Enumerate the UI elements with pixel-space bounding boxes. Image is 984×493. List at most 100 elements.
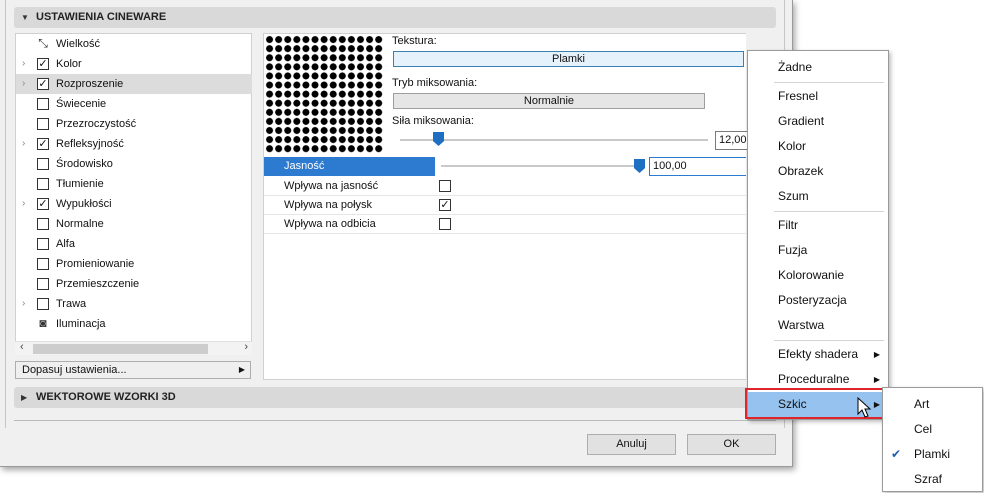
channel-checkbox[interactable]: [37, 178, 49, 190]
submenu-item-label: Szraf: [914, 472, 943, 486]
channel-checkbox[interactable]: ✓: [37, 78, 49, 90]
channel-label: Środowisko: [56, 158, 113, 170]
menu-item-label: Gradient: [778, 114, 825, 128]
sketch-submenu: Art Cel ✔ Plamki Szraf: [882, 387, 983, 492]
expand-chevron-icon[interactable]: ›: [22, 74, 25, 94]
channel-list-scrollbar[interactable]: ‹ ›: [15, 341, 252, 355]
cancel-button[interactable]: Anuluj: [587, 434, 676, 455]
blend-strength-track[interactable]: [400, 139, 708, 141]
channel-label: Wielkość: [56, 38, 101, 50]
menu-item-warstwa[interactable]: Warstwa: [748, 313, 888, 338]
adjust-settings-label: Dopasuj ustawienia...: [22, 364, 127, 376]
scrollbar-thumb[interactable]: [33, 344, 208, 354]
brightness-input[interactable]: 100,00: [649, 157, 746, 176]
menu-item-kolor[interactable]: Kolor: [748, 134, 888, 159]
cineware-settings-dialog: ▼ USTAWIENIA CINEWARE ⤡ Wielkość › ✓ Kolor › ✓…: [0, 0, 793, 467]
channel-label: Przezroczystość: [56, 118, 137, 130]
channel-item-promieniowanie[interactable]: Promieniowanie: [16, 254, 252, 274]
channel-checkbox[interactable]: [37, 238, 49, 250]
menu-item-fuzja[interactable]: Fuzja: [748, 238, 888, 263]
affect-checkbox[interactable]: ✓: [439, 199, 451, 211]
submenu-item-szraf[interactable]: Szraf: [883, 467, 982, 492]
channel-item-alfa[interactable]: Alfa: [16, 234, 252, 254]
channel-checkbox[interactable]: ✓: [37, 138, 49, 150]
channel-label: Rozproszenie: [56, 78, 124, 90]
resize-icon: ⤡: [38, 36, 48, 50]
channel-checkbox[interactable]: [37, 158, 49, 170]
blend-mode-dropdown[interactable]: Normalnie: [393, 93, 705, 109]
collapse-triangle-icon: ▼: [21, 13, 29, 22]
menu-separator: [774, 82, 884, 83]
expand-chevron-icon[interactable]: ›: [22, 194, 25, 214]
menu-item-zadne[interactable]: Żadne: [748, 55, 888, 80]
expand-chevron-icon[interactable]: ›: [22, 54, 25, 74]
texture-dropdown[interactable]: Plamki: [393, 51, 744, 67]
channel-checkbox[interactable]: [37, 278, 49, 290]
channel-list: ⤡ Wielkość › ✓ Kolor › ✓ Rozproszenie Świecenie P…: [15, 33, 252, 355]
channel-item-wypuklosci[interactable]: › ✓ Wypukłości: [16, 194, 252, 214]
blend-strength-input[interactable]: 12,00: [715, 131, 747, 150]
submenu-item-art[interactable]: Art: [883, 392, 982, 417]
menu-item-label: Szum: [778, 189, 809, 203]
affect-label: Wpływa na jasność: [284, 180, 379, 192]
illumination-icon: ◙: [39, 316, 47, 330]
adjust-settings-button[interactable]: Dopasuj ustawienia... ▶: [15, 361, 251, 379]
channel-label: Trawa: [56, 298, 87, 310]
menu-item-label: Kolorowanie: [778, 268, 845, 282]
ok-button[interactable]: OK: [687, 434, 776, 455]
affect-label: Wpływa na odbicia: [284, 218, 376, 230]
channel-item-przemieszczenie[interactable]: Przemieszczenie: [16, 274, 252, 294]
channel-label: Przemieszczenie: [56, 278, 140, 290]
channel-item-tlumienie[interactable]: Tłumienie: [16, 174, 252, 194]
channel-checkbox[interactable]: [37, 118, 49, 130]
menu-item-label: Fuzja: [778, 243, 808, 257]
channel-checkbox[interactable]: [37, 258, 49, 270]
menu-separator: [774, 211, 884, 212]
scroll-left-icon[interactable]: ‹: [20, 341, 24, 353]
texture-preview-image: [265, 35, 383, 153]
channel-item-iluminacja[interactable]: ◙ Iluminacja: [16, 314, 252, 334]
menu-item-filtr[interactable]: Filtr: [748, 213, 888, 238]
menu-item-obrazek[interactable]: Obrazek: [748, 159, 888, 184]
channel-item-swiecenie[interactable]: Świecenie: [16, 94, 252, 114]
cineware-section-header[interactable]: ▼ USTAWIENIA CINEWARE: [14, 7, 776, 28]
submenu-item-cel[interactable]: Cel: [883, 417, 982, 442]
menu-item-efekty-shadera[interactable]: Efekty shadera ▶: [748, 342, 888, 367]
brightness-track[interactable]: [441, 165, 641, 167]
channel-checkbox[interactable]: [37, 298, 49, 310]
submenu-item-plamki[interactable]: ✔ Plamki: [883, 442, 982, 467]
channel-label: Promieniowanie: [56, 258, 135, 270]
submenu-item-label: Cel: [914, 422, 933, 436]
channel-checkbox[interactable]: ✓: [37, 58, 49, 70]
menu-item-fresnel[interactable]: Fresnel: [748, 84, 888, 109]
affect-checkbox[interactable]: [439, 218, 451, 230]
channel-item-srodowisko[interactable]: Środowisko: [16, 154, 252, 174]
menu-item-posteryzacja[interactable]: Posteryzacja: [748, 288, 888, 313]
menu-item-szum[interactable]: Szum: [748, 184, 888, 209]
scroll-right-icon[interactable]: ›: [244, 341, 248, 353]
channel-label: Iluminacja: [56, 318, 106, 330]
menu-item-label: Fresnel: [778, 89, 819, 103]
mouse-pointer-icon: [857, 397, 872, 418]
expand-chevron-icon[interactable]: ›: [22, 294, 25, 314]
channel-checkbox[interactable]: ✓: [37, 198, 49, 210]
menu-item-label: Proceduralne: [778, 372, 850, 386]
channel-item-refleksyjnosc[interactable]: › ✓ Refleksyjność: [16, 134, 252, 154]
affect-row-wplywa-na-polysk: Wpływa na połysk ✓: [264, 195, 746, 215]
menu-item-gradient[interactable]: Gradient: [748, 109, 888, 134]
expand-chevron-icon[interactable]: ›: [22, 134, 25, 154]
channel-item-normalne[interactable]: Normalne: [16, 214, 252, 234]
affect-checkbox[interactable]: [439, 180, 451, 192]
dialog-divider: [14, 420, 776, 421]
texture-label: Tekstura:: [392, 35, 437, 47]
channel-item-trawa[interactable]: › Trawa: [16, 294, 252, 314]
channel-item-rozproszenie[interactable]: › ✓ Rozproszenie: [16, 74, 252, 94]
channel-checkbox[interactable]: [37, 218, 49, 230]
channel-item-kolor[interactable]: › ✓ Kolor: [16, 54, 252, 74]
vector-patterns-section-header[interactable]: ▶ WEKTOROWE WZORKI 3D: [14, 387, 776, 408]
channel-checkbox[interactable]: [37, 98, 49, 110]
channel-item-wielkosc[interactable]: ⤡ Wielkość: [16, 34, 252, 54]
submenu-item-label: Art: [914, 397, 930, 411]
channel-item-przezroczystosc[interactable]: Przezroczystość: [16, 114, 252, 134]
menu-item-kolorowanie[interactable]: Kolorowanie: [748, 263, 888, 288]
